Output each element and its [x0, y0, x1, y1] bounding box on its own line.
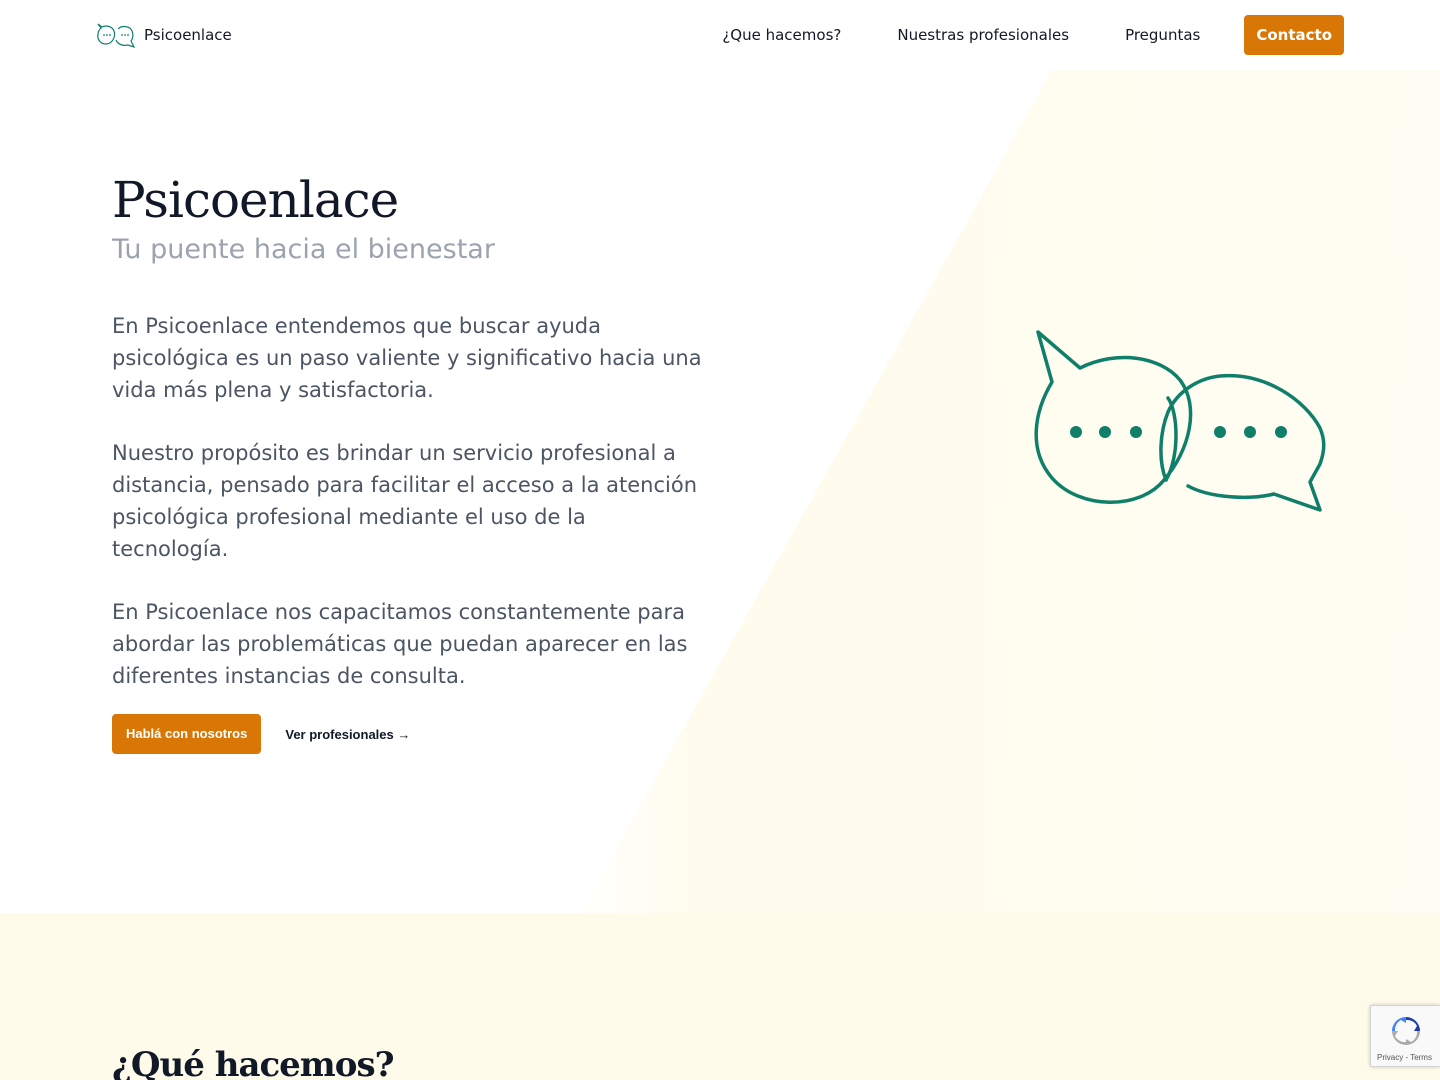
nav-que-hacemos[interactable]: ¿Que hacemos?	[722, 26, 841, 44]
view-professionals-link[interactable]: Ver profesionales →	[285, 727, 410, 742]
contact-button[interactable]: Contacto	[1244, 15, 1344, 55]
brand-name: Psicoenlace	[144, 26, 232, 44]
nav-preguntas[interactable]: Preguntas	[1125, 26, 1200, 44]
brand[interactable]: Psicoenlace	[96, 20, 232, 50]
main-nav: ¿Que hacemos? Nuestras profesionales Pre…	[722, 15, 1344, 55]
hero-content: Psicoenlace Tu puente hacia el bienestar…	[112, 170, 702, 754]
site-header: Psicoenlace ¿Que hacemos? Nuestras profe…	[0, 0, 1440, 70]
hero-section: Psicoenlace Tu puente hacia el bienestar…	[0, 70, 1440, 913]
hero-paragraph: En Psicoenlace nos capacitamos constante…	[112, 600, 688, 688]
hero-paragraph: En Psicoenlace entendemos que buscar ayu…	[112, 314, 702, 402]
hero-paragraph: Nuestro propósito es brindar un servicio…	[112, 441, 698, 561]
hero-subtitle: Tu puente hacia el bienestar	[112, 234, 495, 265]
what-we-do-section: ¿Qué hacemos?	[0, 913, 1440, 1080]
nav-profesionales[interactable]: Nuestras profesionales	[897, 26, 1069, 44]
speech-bubbles-logo-icon	[97, 23, 136, 49]
section-title: ¿Qué hacemos?	[112, 1045, 395, 1080]
talk-to-us-button[interactable]: Hablá con nosotros	[112, 714, 262, 754]
recaptcha-icon	[1392, 1017, 1420, 1045]
recaptcha-badge[interactable]: Privacy - Terms	[1370, 1005, 1440, 1067]
hero-title: Psicoenlace	[112, 171, 399, 229]
recaptcha-links[interactable]: Privacy - Terms	[1377, 1053, 1432, 1062]
cta-row: Hablá con nosotros Ver profesionales →	[112, 714, 702, 754]
speech-bubbles-icon	[1034, 330, 1326, 512]
